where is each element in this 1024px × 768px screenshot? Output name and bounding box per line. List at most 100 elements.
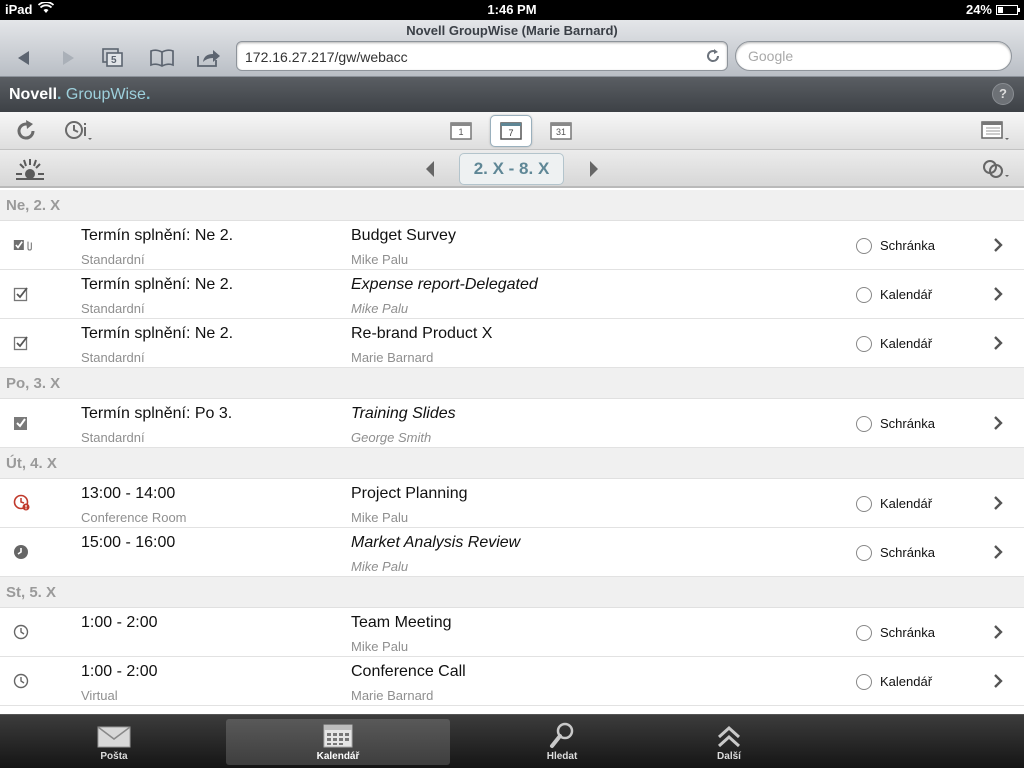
select-radio[interactable] <box>856 416 872 432</box>
calendar-grid-icon <box>981 121 1009 140</box>
date-range-label[interactable]: 2. X - 8. X <box>459 153 564 185</box>
appointment-subject: Expense report-Delegated <box>351 276 538 293</box>
chevron-right-icon[interactable] <box>992 624 1004 645</box>
filter-button[interactable] <box>980 157 1012 181</box>
page-title: Novell GroupWise (Marie Barnard) <box>406 23 618 38</box>
tab-label-calendar: Kalendář <box>316 751 360 762</box>
appointment-row[interactable]: 15:00 - 16:00 Market Analysis Review Mike … <box>0 528 1024 577</box>
tab-more[interactable]: Další <box>617 719 841 765</box>
book-icon <box>150 49 174 67</box>
refresh-button[interactable] <box>13 119 39 143</box>
chevron-right-icon[interactable] <box>992 673 1004 694</box>
chevron-right-icon[interactable] <box>992 544 1004 565</box>
bottom-tab-bar: Pošta Kalendář Hledat Další <box>0 714 1024 768</box>
chevron-right-icon[interactable] <box>992 237 1004 258</box>
chevron-right-icon <box>590 161 598 177</box>
calendar-icon <box>323 724 353 748</box>
appointment-row[interactable]: Termín splnění: Ne 2. Standardní Budget Su… <box>0 221 1024 270</box>
history-button[interactable] <box>63 119 95 143</box>
appointment-time: 13:00 - 14:00 <box>81 485 176 502</box>
select-radio[interactable] <box>856 545 872 561</box>
appointment-time: 1:00 - 2:00 <box>81 663 158 680</box>
tabs-button[interactable]: 5 <box>97 45 129 71</box>
appointment-time: Termín splnění: Po 3. <box>81 405 233 422</box>
appointment-time: Termín splnění: Ne 2. <box>81 227 234 244</box>
task-checkbox-icon <box>13 285 33 303</box>
select-radio[interactable] <box>856 496 872 512</box>
select-radio[interactable] <box>856 674 872 690</box>
appointment-row[interactable]: Termín splnění: Ne 2. Standardní Expense r… <box>0 270 1024 319</box>
appointment-time: Termín splnění: Ne 2. <box>81 276 234 293</box>
appointment-organizer: Marie Barnard <box>351 350 434 365</box>
appointment-folder: Kalendář <box>880 496 933 511</box>
appointment-organizer: Mike Palu <box>351 559 409 574</box>
chevron-right-icon[interactable] <box>992 495 1004 516</box>
task-filled-icon <box>13 414 33 432</box>
appointment-organizer: George Smith <box>351 430 432 445</box>
chevron-right-icon[interactable] <box>992 335 1004 356</box>
select-radio[interactable] <box>856 625 872 641</box>
search-icon <box>550 722 574 748</box>
week-view-label: 7 <box>508 128 514 138</box>
tab-mail[interactable]: Pošta <box>2 719 226 765</box>
appointment-list: Ne, 2. X Termín splnění: Ne 2. Standardní B… <box>0 190 1024 714</box>
appointment-row[interactable]: Termín splnění: Po 3. Standardní Training … <box>0 399 1024 448</box>
tabs-count: 5 <box>111 55 117 66</box>
day-header: Út, 4. X <box>0 448 1024 479</box>
forward-button[interactable] <box>52 45 84 71</box>
chevron-right-icon[interactable] <box>992 415 1004 436</box>
appointment-row[interactable]: 1:00 - 2:00 Team Meeting Mike Palu Schránka <box>0 608 1024 657</box>
appointment-folder: Schránka <box>880 625 935 640</box>
today-button[interactable] <box>14 155 46 183</box>
back-button[interactable] <box>8 45 40 71</box>
appointment-time: Termín splnění: Ne 2. <box>81 325 234 342</box>
address-bar[interactable]: 172.16.27.217/gw/webacc <box>236 41 728 71</box>
clock: 1:46 PM <box>487 2 537 17</box>
calendar-list-button[interactable] <box>980 120 1012 142</box>
select-radio[interactable] <box>856 336 872 352</box>
app-header: Novell. GroupWise. ? <box>0 77 1024 112</box>
appointment-subject: Re-brand Product X <box>351 325 493 342</box>
appointment-organizer: Mike Palu <box>351 301 409 316</box>
clock-history-icon <box>65 121 92 140</box>
tab-calendar[interactable]: Kalendář <box>226 719 450 765</box>
appointment-row[interactable]: 1:00 - 2:00 Virtual Conference Call Marie B… <box>0 657 1024 706</box>
appointment-organizer: Mike Palu <box>351 252 409 267</box>
appointment-time: 1:00 - 2:00 <box>81 614 158 631</box>
month-view-button[interactable]: 31 <box>540 115 582 147</box>
month-view-label: 31 <box>555 127 566 137</box>
chevron-right-icon[interactable] <box>992 286 1004 307</box>
next-week-button[interactable] <box>584 159 604 179</box>
appointment-detail: Standardní <box>81 430 145 445</box>
appointment-subject: Budget Survey <box>351 227 456 244</box>
select-radio[interactable] <box>856 238 872 254</box>
appointment-row[interactable]: Termín splnění: Ne 2. Standardní Re-brand … <box>0 319 1024 368</box>
week-view-button[interactable]: 7 <box>490 115 532 147</box>
share-icon <box>197 50 220 67</box>
bookmarks-button[interactable] <box>146 45 178 71</box>
search-field[interactable] <box>735 41 1012 71</box>
appointment-detail: Virtual <box>81 688 118 703</box>
app-logo: Novell. GroupWise. <box>9 86 151 103</box>
battery-icon <box>996 4 1020 15</box>
battery-percent: 24% <box>965 2 992 17</box>
task-checkbox-icon <box>13 334 33 352</box>
day-view-button[interactable]: 1 <box>440 115 482 147</box>
appointment-detail: Conference Room <box>81 510 187 525</box>
appointment-folder: Kalendář <box>880 287 933 302</box>
mail-icon <box>97 726 131 748</box>
appointment-row[interactable]: 13:00 - 14:00 Conference Room Project Plan… <box>0 479 1024 528</box>
previous-week-button[interactable] <box>420 159 440 179</box>
select-radio[interactable] <box>856 287 872 303</box>
appointment-subject: Project Planning <box>351 485 468 502</box>
ipad-screen: { "status_bar": {"device": "iPad", "time… <box>0 0 1024 768</box>
share-button[interactable] <box>193 45 225 71</box>
appointment-organizer: Mike Palu <box>351 510 409 525</box>
search-input[interactable] <box>748 48 998 64</box>
day-header: Ne, 2. X <box>0 190 1024 221</box>
day-header: Po, 3. X <box>0 368 1024 399</box>
appointment-detail: Standardní <box>81 301 145 316</box>
help-button[interactable]: ? <box>992 83 1014 105</box>
reload-icon[interactable] <box>705 48 721 69</box>
chevron-left-icon <box>426 161 434 177</box>
